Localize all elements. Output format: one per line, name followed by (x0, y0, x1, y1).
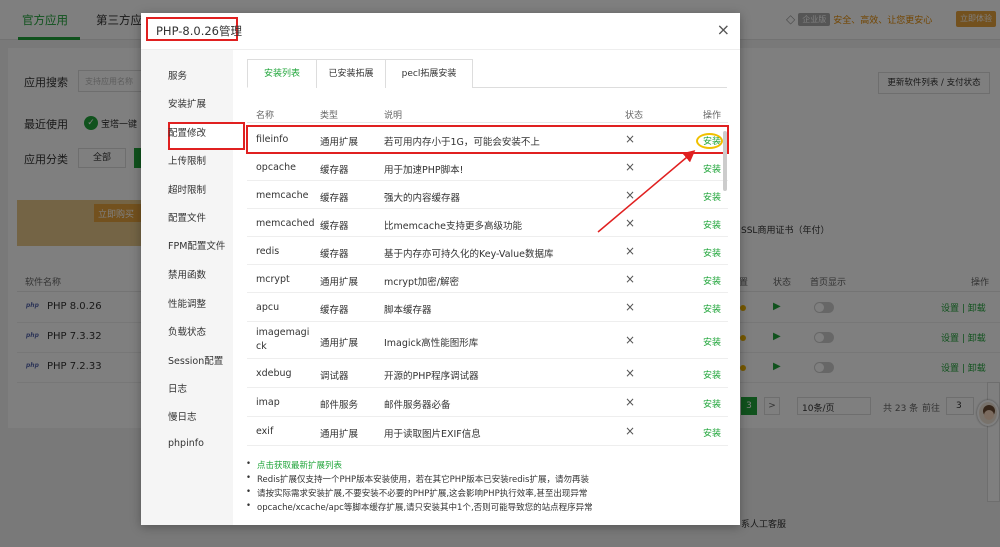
pointer-arrow-icon (597, 150, 696, 233)
